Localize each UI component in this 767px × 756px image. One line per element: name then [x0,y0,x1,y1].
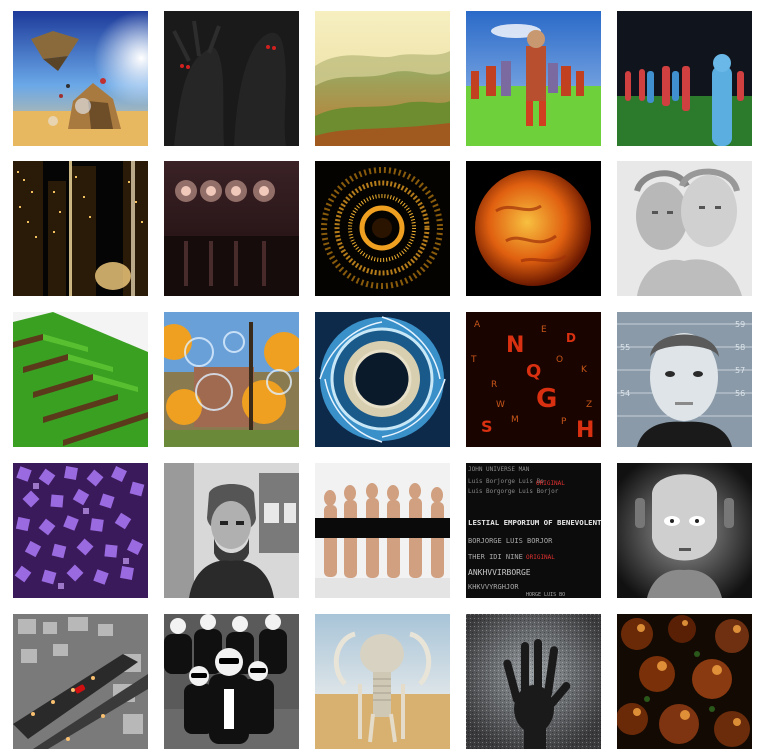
terminal-line: Luis Borjorge Luis Bo [468,478,544,485]
tile-image: N Q G H S D A R K M O T Z E W P [466,312,601,447]
image-gallery-grid: N Q G H S D A R K M O T Z E W P 59 58 57… [0,0,767,756]
terminal-line: KHKVVYRGHJOR [468,583,519,591]
voxel-grass-terrain-thumbnail[interactable] [13,312,148,447]
marble-busts-statue-thumbnail[interactable] [617,161,752,296]
tile-image [164,614,299,749]
terminal-highlight: ORIGINAL [526,554,555,561]
mugshot-portrait-thumbnail[interactable]: 59 58 57 56 55 54 [617,312,752,447]
letter-glyph: A [474,320,481,330]
bubbles-autumn-street-thumbnail[interactable] [164,312,299,447]
tile-image [164,463,299,598]
letter-glyph: E [541,325,547,335]
tile-image [164,312,299,447]
ruler-number: 55 [620,343,630,352]
letter-glyph: O [556,355,563,365]
engraved-man-portrait-thumbnail[interactable] [164,463,299,598]
terminal-line: ANKHVVIRBORGE [468,568,531,577]
tile-image [13,463,148,598]
tile-image [315,614,450,749]
letter-glyph: Z [586,400,592,410]
dark-shadow-figures-red-eyes-thumbnail[interactable] [164,11,299,146]
tile-image [315,11,450,146]
ruler-number: 57 [735,366,745,375]
letter-glyph: G [536,384,557,414]
fiery-sun-sphere-thumbnail[interactable] [466,161,601,296]
tile-image [13,312,148,447]
star-lights-on-wall-reflection-thumbnail[interactable] [164,161,299,296]
tile-image [315,312,450,447]
crowd-of-3d-fighters-on-grass-thumbnail[interactable] [466,11,601,146]
tile-image [466,614,601,749]
letter-glyph: R [491,380,497,390]
letter-glyph: T [470,355,477,365]
tile-image [13,614,148,749]
ruler-number: 58 [735,343,745,352]
letter-glyph: N [506,333,524,358]
tile-image [13,11,148,146]
tile-image [617,11,752,146]
letter-glyph: Q [526,361,541,382]
tile-image [617,463,752,598]
glowing-city-towers-night-thumbnail[interactable] [13,161,148,296]
tile-image: 59 58 57 56 55 54 [617,312,752,447]
terminal-highlight: ORIGINAL [536,480,565,487]
tile-image [164,11,299,146]
scrolling-text-terminal-thumbnail[interactable]: JOHN UNIVERSE MAN Luis Borjorge Luis Bo … [466,463,601,598]
mammoth-skeleton-desert-thumbnail[interactable] [315,614,450,749]
terminal-line: BORJORGE LUIS BORJOR [468,537,553,545]
terminal-line: JOHN UNIVERSE MAN [468,466,530,473]
letter-glyph: W [496,400,505,410]
terminal-line: Luis Borgorge Luis Borjor [468,488,559,495]
tile-image [13,161,148,296]
orange-glass-spheres-thumbnail[interactable] [617,614,752,749]
robot-face-metropolis-thumbnail[interactable] [617,463,752,598]
tile-image [315,161,450,296]
terminal-line: HORGE LUIS BO [526,592,565,598]
ruler-number: 56 [735,389,745,398]
red-falling-letters-thumbnail[interactable]: N Q G H S D A R K M O T Z E W P [466,312,601,447]
letter-glyph: M [511,415,519,425]
blue-and-red-mannequins-crowd-thumbnail[interactable] [617,11,752,146]
foggy-green-hills-thumbnail[interactable] [315,11,450,146]
tile-image [466,11,601,146]
dancing-sunglasses-crowd-thumbnail[interactable] [164,614,299,749]
purple-cube-field-thumbnail[interactable] [13,463,148,598]
letter-glyph: H [576,418,594,443]
ruler-number: 59 [735,320,745,329]
tile-image [164,161,299,296]
blue-spiral-tunnel-thumbnail[interactable] [315,312,450,447]
letter-glyph: P [561,417,567,427]
figures-behind-black-bar-thumbnail[interactable] [315,463,450,598]
orange-particle-ring-thumbnail[interactable] [315,161,450,296]
letter-glyph: D [566,331,576,345]
tile-image [315,463,450,598]
tile-image [466,161,601,296]
ruler-number: 54 [620,389,630,398]
tile-image [617,161,752,296]
tile-image [617,614,752,749]
tile-image: JOHN UNIVERSE MAN Luis Borjorge Luis Bo … [466,463,601,598]
letter-glyph: S [481,417,493,436]
terminal-line: THER IDI NINE [468,553,523,561]
hand-on-noisy-glass-thumbnail[interactable] [466,614,601,749]
terminal-line: LESTIAL EMPORIUM OF BENEVOLENT KNOW [468,518,601,527]
gray-city-road-red-car-thumbnail[interactable] [13,614,148,749]
surreal-desert-floating-island-thumbnail[interactable] [13,11,148,146]
